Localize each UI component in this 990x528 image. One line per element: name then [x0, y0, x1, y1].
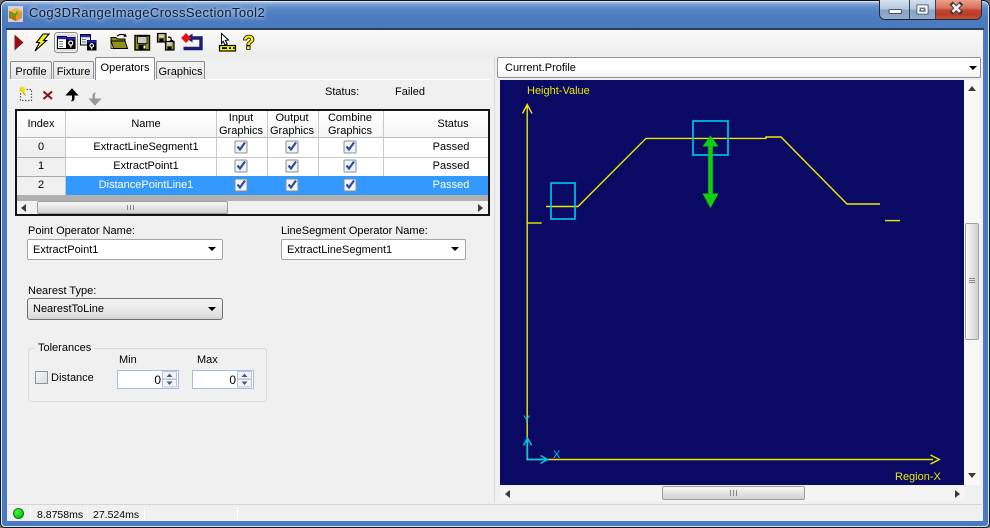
- svg-text:?: ?: [243, 33, 255, 54]
- svg-text:Region-X: Region-X: [895, 471, 942, 483]
- svg-text:Height-Value: Height-Value: [527, 85, 590, 97]
- svg-text:X: X: [553, 449, 561, 461]
- svg-text:Y: Y: [523, 414, 531, 426]
